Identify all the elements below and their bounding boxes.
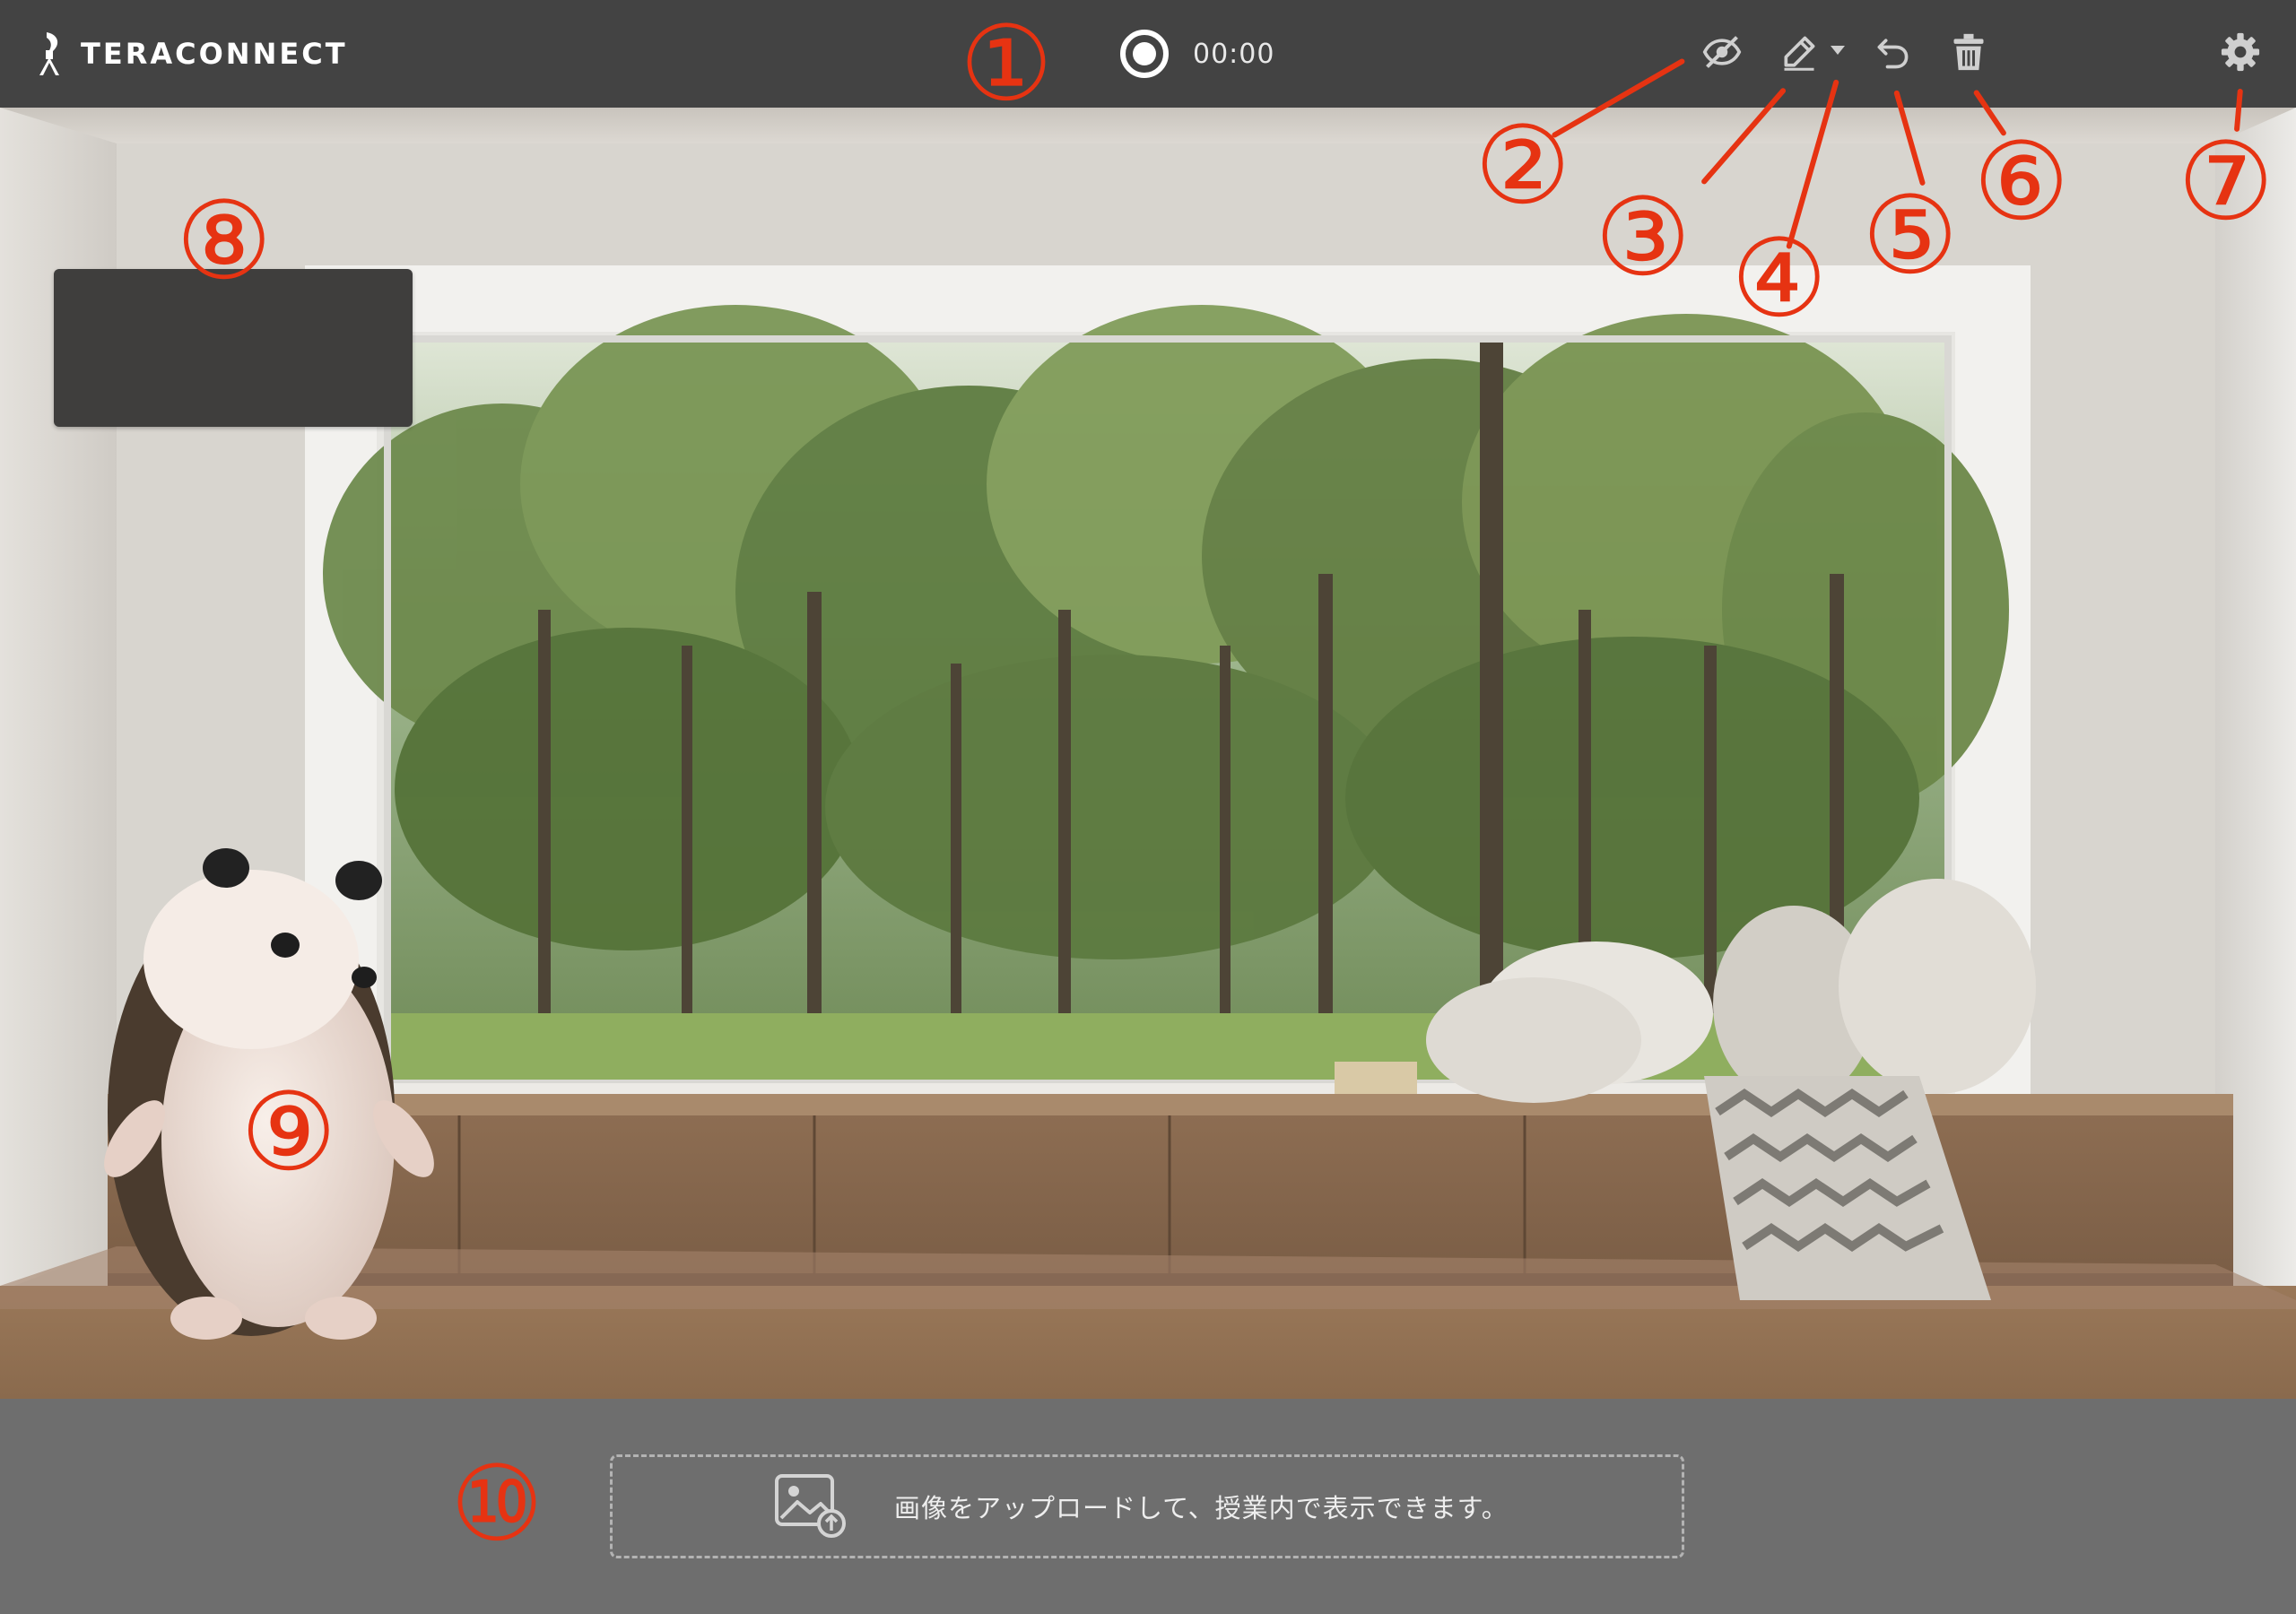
callout-9: ⑨ [240,1071,337,1195]
callout-10: ⑩ [450,1444,544,1565]
trash-icon [1953,33,1984,71]
gear-icon [2221,32,2260,72]
record-icon[interactable] [1119,29,1170,79]
undo-button[interactable] [1873,32,1912,72]
callout-8: ⑧ [176,179,273,304]
eye-off-icon [1702,36,1742,68]
callout-1: ① [960,4,1053,125]
pen-icon [1784,36,1815,71]
callout-7: ⑦ [2178,120,2274,245]
settings-button[interactable] [2221,32,2260,72]
hide-toggle-button[interactable] [1702,32,1742,72]
callout-2: ② [1474,104,1571,229]
callout-6: ⑥ [1973,120,2070,245]
callout-3: ③ [1595,176,1692,300]
upload-hint: 画像をアップロードして、授業内で表示できます。 [894,1493,1509,1523]
caret-down-icon [1831,46,1845,55]
image-upload-icon [775,1474,846,1538]
logo-icon [39,32,59,75]
image-upload-zone[interactable]: 画像をアップロードして、授業内で表示できます。 [610,1454,1684,1558]
callout-5: ⑤ [1862,174,1959,299]
callout-4: ④ [1731,217,1828,342]
app-logo: TERACONNECT [34,30,348,77]
recording-control[interactable]: 00:00 [1119,29,1274,79]
classroom-stage[interactable] [0,108,2296,1399]
app-name: TERACONNECT [81,37,348,71]
pen-options-button[interactable] [1830,45,1846,56]
undo-icon [1877,39,1909,69]
clear-button[interactable] [1952,32,1986,72]
recording-timer: 00:00 [1193,38,1275,70]
pen-tool-button[interactable] [1779,32,1819,72]
top-bar: TERACONNECT 00:00 [0,0,2296,108]
